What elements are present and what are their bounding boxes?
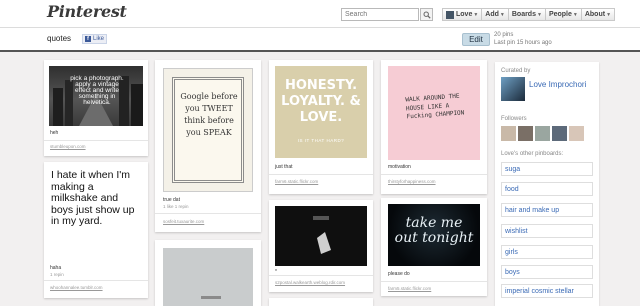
pin-image[interactable]: I hate it when I'm making a milkshake an… xyxy=(49,167,143,261)
top-bar: Pinterest Love▼ Add▼ Boards▼ People▼ Abo… xyxy=(0,0,640,28)
pin-image-text: I hate it when I'm making a milkshake an… xyxy=(51,169,135,228)
facebook-like-button[interactable]: f Like xyxy=(82,34,108,44)
board-sidebar: Curated by Love Improchori Followers Lov… xyxy=(495,62,599,306)
search-button[interactable] xyxy=(420,8,433,21)
last-pin-time: Last pin 15 hours ago xyxy=(494,40,552,46)
board-header: quotes f Like Edit 20 pins Last pin 15 ho… xyxy=(0,28,640,52)
divider xyxy=(44,140,148,141)
nav-about-label: About xyxy=(584,11,606,18)
like-label: Like xyxy=(93,36,105,42)
nav-people[interactable]: People ▼ xyxy=(544,8,582,21)
pin-source-link[interactable]: whoohannalee.tumblr.com xyxy=(50,285,103,290)
pin-source-link[interactable]: sosfeit.tuxaurite.com xyxy=(163,219,204,224)
pin-card[interactable] xyxy=(155,240,261,306)
search-input[interactable] xyxy=(341,8,419,21)
pin-image-subtext: IS IT THAT HARD? xyxy=(297,138,345,143)
avatar[interactable] xyxy=(535,126,550,141)
pinboard-link[interactable]: food xyxy=(501,182,593,196)
pin-card[interactable]: pick a photograph. apply a vintage effec… xyxy=(44,60,148,156)
divider xyxy=(269,275,373,276)
pinboard-link[interactable]: wishlist xyxy=(501,224,593,238)
pin-image[interactable] xyxy=(275,206,367,266)
pin-image[interactable]: take me out tonight xyxy=(388,204,480,266)
pin-image-text: pick a photograph. apply a vintage effec… xyxy=(70,75,124,106)
chevron-down-icon: ▼ xyxy=(572,11,578,18)
followers-label: Followers xyxy=(501,116,527,122)
nav-people-label: People xyxy=(548,11,572,18)
avatar xyxy=(446,10,454,19)
avatar[interactable] xyxy=(552,126,567,141)
pin-source-link[interactable]: thirstyforhappiness.com xyxy=(388,179,436,184)
pinterest-logo[interactable]: Pinterest xyxy=(47,2,127,21)
pin-description: motivation xyxy=(388,164,411,170)
nav-boards[interactable]: Boards ▼ xyxy=(507,8,546,21)
chevron-down-icon: ▼ xyxy=(606,11,612,18)
pin-source-link[interactable]: farm6.static.flickr.com xyxy=(275,179,318,184)
pin-description: true dat xyxy=(163,197,180,203)
pin-description: heh xyxy=(50,130,59,136)
chevron-down-icon: ▼ xyxy=(536,11,542,18)
pin-image[interactable] xyxy=(163,248,253,306)
pin-photo xyxy=(201,296,221,299)
divider xyxy=(155,213,261,214)
pin-source-link[interactable]: s2postal.walkearth.weblog.rdir.com xyxy=(275,280,345,285)
dark-figure-photo xyxy=(313,216,331,254)
pin-image[interactable]: pick a photograph. apply a vintage effec… xyxy=(49,66,143,126)
pin-description: please do xyxy=(388,271,410,277)
divider xyxy=(44,280,148,281)
nav-about[interactable]: About ▼ xyxy=(580,8,616,21)
pin-card[interactable] xyxy=(269,298,373,306)
pinboard-link[interactable]: imperial cosmic stellar xyxy=(501,284,593,298)
pin-image-text: take me out tonight xyxy=(394,215,474,246)
pin-card[interactable]: I hate it when I'm making a milkshake an… xyxy=(44,162,148,298)
curator-name[interactable]: Love Improchori xyxy=(529,80,589,89)
pin-image-text: HONESTY. LOYALTY. & LOVE. xyxy=(281,78,361,125)
follower-avatars xyxy=(501,126,584,141)
pinboard-link[interactable]: hair and make up xyxy=(501,203,593,217)
edit-board-button[interactable]: Edit xyxy=(462,33,490,46)
pinboard-link[interactable]: suga xyxy=(501,162,593,176)
pin-image-text: WALK AROUND THE HOUSE LIKE A Fucking CHA… xyxy=(405,92,465,121)
nav-boards-label: Boards xyxy=(511,11,536,18)
chevron-down-icon: ▼ xyxy=(473,11,479,18)
pin-card[interactable]: take me out tonight please do farm5.stat… xyxy=(381,198,487,296)
pin-card[interactable]: WALK AROUND THE HOUSE LIKE A Fucking CHA… xyxy=(381,60,487,194)
pin-image[interactable]: Google before you TWEET think before you… xyxy=(163,68,253,192)
pin-description: haha xyxy=(50,265,62,271)
divider xyxy=(381,174,487,175)
pin-image[interactable]: HONESTY. LOYALTY. & LOVE. IS IT THAT HAR… xyxy=(275,66,367,158)
nav-user-menu[interactable]: Love ▼ xyxy=(442,8,483,21)
main-nav: Love ▼ Add ▼ Boards ▼ People ▼ About ▼ xyxy=(442,8,616,21)
nav-add-label: Add xyxy=(485,11,499,18)
facebook-icon: f xyxy=(85,36,91,42)
pin-description: just that xyxy=(275,164,293,170)
pin-meta: 1 like 1 repin xyxy=(163,204,189,209)
other-pinboards-label: Love's other pinboards: xyxy=(501,151,564,157)
board-title: quotes xyxy=(47,34,72,43)
curated-label: Curated by xyxy=(501,68,531,74)
pin-source-link[interactable]: farm5.static.flickr.com xyxy=(388,286,431,291)
curator-avatar[interactable] xyxy=(501,77,525,101)
pin-card[interactable]: HONESTY. LOYALTY. & LOVE. IS IT THAT HAR… xyxy=(269,60,373,194)
avatar[interactable] xyxy=(501,126,516,141)
pin-image-text: Google before you TWEET think before you… xyxy=(180,92,238,137)
pin-card[interactable]: * s2postal.walkearth.weblog.rdir.com xyxy=(269,200,373,292)
chevron-down-icon: ▼ xyxy=(499,11,505,18)
pin-count: 20 pins xyxy=(494,32,514,38)
divider xyxy=(381,281,487,282)
pin-image[interactable]: WALK AROUND THE HOUSE LIKE A Fucking CHA… xyxy=(388,66,480,160)
pin-meta: 1 repin xyxy=(50,272,64,277)
pinboard-link[interactable]: girls xyxy=(501,245,593,259)
nav-add[interactable]: Add ▼ xyxy=(481,8,509,21)
pinboard-link[interactable]: boys xyxy=(501,265,593,279)
avatar[interactable] xyxy=(569,126,584,141)
pin-card[interactable]: Google before you TWEET think before you… xyxy=(155,60,261,232)
nav-user-label: Love xyxy=(456,11,473,18)
pin-source-link[interactable]: stumbleupon.com xyxy=(50,144,86,149)
avatar[interactable] xyxy=(518,126,533,141)
divider xyxy=(269,174,373,175)
board-stats: 20 pins Last pin 15 hours ago xyxy=(494,31,552,47)
search-icon xyxy=(423,11,431,19)
